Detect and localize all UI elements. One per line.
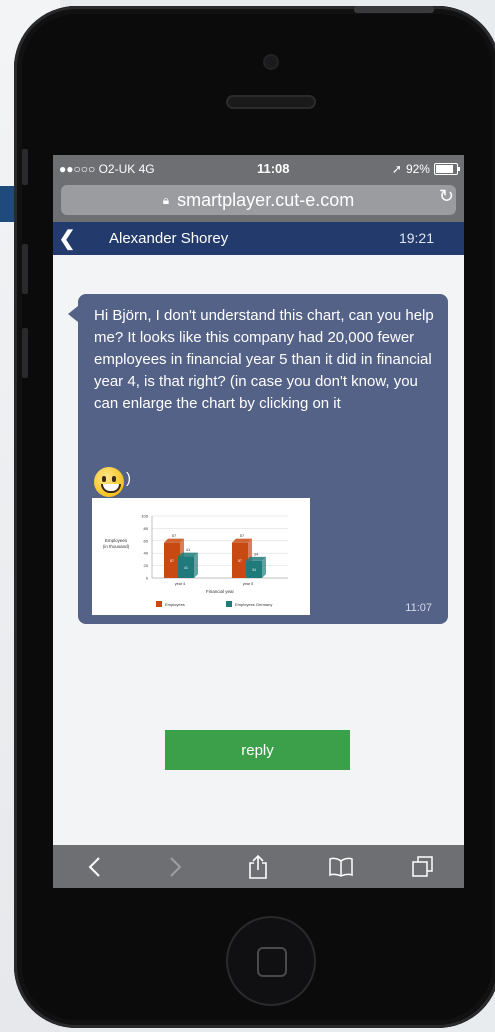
bar-value-label: 41: [186, 547, 191, 552]
legend-swatch: [226, 601, 232, 607]
message-closing-paren: ): [126, 470, 131, 487]
x-axis-label: Financial year: [206, 589, 235, 594]
chat-body: Hi Björn, I don't understand this chart,…: [53, 255, 464, 821]
bar-inner-label: 41: [184, 566, 188, 570]
lock-icon: 🔒︎: [162, 192, 170, 207]
y-tick-label: 80: [144, 526, 149, 531]
status-right: ➚ 92%: [391, 161, 460, 176]
status-bar: ●●○○○ O2-UK 4G 11:08 ➚ 92%: [53, 155, 464, 182]
battery-icon: [433, 162, 460, 175]
contact-name: Alexander Shorey: [109, 230, 229, 247]
bookmarks-icon[interactable]: [321, 852, 361, 882]
address-field[interactable]: 🔒︎ smartplayer.cut-e.com: [61, 185, 456, 215]
earpiece-speaker: [226, 95, 316, 109]
bubble-tail: [68, 306, 78, 322]
status-time: 11:08: [256, 161, 290, 176]
y-tick-label: 100: [141, 514, 148, 519]
forward-icon[interactable]: [156, 852, 196, 882]
bar-inner-label: 34: [252, 568, 256, 572]
volume-up-button: [22, 244, 28, 294]
home-button[interactable]: [226, 916, 316, 1006]
bar-inner-label: 57: [170, 559, 174, 563]
front-camera: [265, 56, 277, 68]
battery-percent: 92%: [405, 161, 430, 176]
chart-thumbnail[interactable]: Employees(in thousand)100806040200575741…: [92, 498, 310, 615]
smiley-emoji-icon: [94, 467, 124, 497]
carrier-label: ●●○○○ O2-UK 4G: [59, 161, 155, 176]
y-tick-label: 60: [144, 538, 149, 543]
bar-side: [194, 552, 198, 578]
bar-value-label: 57: [172, 533, 177, 538]
x-tick-label: year 4: [175, 582, 186, 586]
y-tick-label: 0: [146, 576, 149, 581]
mute-switch: [22, 149, 28, 185]
power-button: [354, 6, 434, 13]
reply-button[interactable]: reply: [165, 730, 350, 770]
header-time: 19:21: [398, 230, 434, 246]
share-icon[interactable]: [238, 852, 278, 882]
tabs-icon[interactable]: [403, 852, 443, 882]
phone-screen: ●●○○○ O2-UK 4G 11:08 ➚ 92% 🔒︎ smartplaye…: [53, 155, 464, 888]
legend-swatch: [156, 601, 162, 607]
legend-label: Employees Germany: [235, 602, 272, 607]
back-icon[interactable]: [74, 852, 114, 882]
message-time: 11:07: [405, 602, 432, 614]
location-arrow-icon: ➚: [391, 161, 402, 176]
bar-value-label: 34: [254, 551, 259, 556]
home-square-icon: [257, 947, 287, 977]
message-bubble: Hi Björn, I don't understand this chart,…: [68, 294, 448, 624]
y-tick-label: 20: [144, 563, 149, 568]
chat-header: ❮ Alexander Shorey 19:21: [53, 222, 464, 255]
url-text: smartplayer.cut-e.com: [177, 189, 355, 210]
x-tick-label: year 5: [243, 582, 254, 586]
back-chevron-icon[interactable]: ❮: [53, 226, 81, 251]
bar-inner-label: 57: [238, 559, 242, 563]
bar-value-label: 57: [240, 533, 245, 538]
y-tick-label: 40: [144, 551, 149, 556]
message-text: Hi Björn, I don't understand this chart,…: [94, 307, 434, 412]
browser-url-bar: 🔒︎ smartplayer.cut-e.com ↻: [53, 182, 464, 222]
y-axis-label: (in thousand): [103, 544, 130, 549]
reload-icon[interactable]: ↻: [439, 186, 454, 207]
legend-label: Employees: [165, 602, 185, 607]
browser-toolbar: [53, 845, 464, 888]
volume-down-button: [22, 328, 28, 378]
y-axis-label: Employees: [105, 538, 128, 543]
